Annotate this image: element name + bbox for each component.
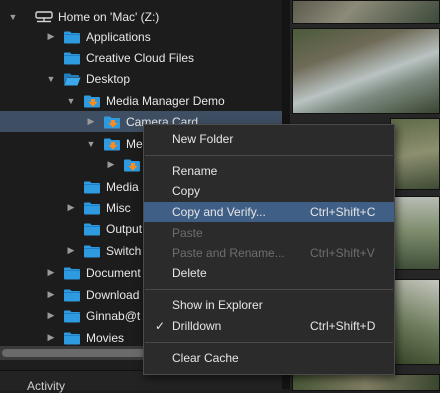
tree-item-desktop[interactable]: ▼ Desktop	[0, 68, 282, 89]
thumbnail-image[interactable]	[292, 374, 440, 391]
checkmark-icon: ✓	[155, 319, 166, 333]
menu-item-label: Delete	[172, 266, 207, 280]
folder-open-icon	[63, 72, 81, 86]
menu-item-paste-and-rename[interactable]: Paste and Rename... Ctrl+Shift+V	[144, 243, 394, 263]
menu-item-label: Show in Explorer	[172, 298, 263, 312]
tree-item-label: Movies	[86, 330, 125, 345]
folder-icon	[83, 244, 101, 258]
menu-separator	[145, 155, 393, 156]
menu-item-copy-and-verify[interactable]: Copy and Verify... Ctrl+Shift+C	[144, 202, 394, 222]
folder-icon	[63, 331, 81, 345]
chevron-right-icon[interactable]: ▶	[46, 267, 56, 278]
folder-badge-icon	[103, 137, 121, 151]
menu-item-copy[interactable]: Copy	[144, 181, 394, 201]
folder-icon	[83, 222, 101, 236]
chevron-right-icon[interactable]: ▶	[46, 310, 56, 321]
activity-title: Activity	[27, 379, 66, 393]
chevron-right-icon[interactable]: ▶	[66, 245, 76, 256]
menu-item-shortcut: Ctrl+Shift+V	[310, 246, 375, 260]
thumbnail-image[interactable]	[292, 28, 440, 114]
folder-icon	[63, 266, 81, 280]
tree-item-label: Creative Cloud Files	[86, 50, 195, 65]
chevron-right-icon[interactable]: ▶	[46, 332, 56, 343]
tree-item-home[interactable]: ▼ Home on 'Mac' (Z:)	[0, 6, 282, 27]
chevron-down-icon[interactable]: ▼	[86, 139, 96, 149]
menu-item-show-in-explorer[interactable]: Show in Explorer	[144, 295, 394, 315]
scrollbar-thumb[interactable]	[2, 349, 152, 357]
tree-item-label: Switch	[106, 243, 142, 258]
menu-separator	[145, 342, 393, 343]
menu-item-clear-cache[interactable]: Clear Cache	[144, 348, 394, 368]
tree-item-label: Download	[86, 287, 140, 302]
tree-item-label: Misc	[106, 200, 131, 215]
tree-item-label: Ginnab@t	[86, 308, 141, 323]
tree-item-applications[interactable]: ▶ Applications	[0, 26, 282, 47]
tree-item-label: Media Manager Demo	[106, 93, 225, 108]
folder-icon	[83, 180, 101, 194]
tree-item-label: Home on 'Mac' (Z:)	[58, 9, 160, 24]
menu-item-label: Clear Cache	[172, 351, 239, 365]
folder-badge-icon	[123, 158, 141, 172]
menu-item-label: Copy and Verify...	[172, 205, 266, 219]
folder-icon	[83, 201, 101, 215]
menu-item-new-folder[interactable]: New Folder	[144, 129, 394, 149]
tree-item-label: Document	[86, 265, 141, 280]
menu-item-label: Paste and Rename...	[172, 246, 285, 260]
tree-item-label: Applications	[86, 29, 151, 44]
menu-item-paste[interactable]: Paste	[144, 223, 394, 243]
menu-item-rename[interactable]: Rename	[144, 161, 394, 181]
chevron-right-icon[interactable]: ▶	[46, 31, 56, 42]
folder-badge-icon	[83, 94, 101, 108]
folder-icon	[63, 288, 81, 302]
menu-item-label: Rename	[172, 164, 218, 178]
thumbnail-image[interactable]	[390, 118, 440, 190]
chevron-down-icon[interactable]: ▼	[8, 12, 18, 22]
menu-item-label: New Folder	[172, 132, 234, 146]
thumbnail-image[interactable]	[390, 279, 440, 365]
menu-item-label: Paste	[172, 226, 203, 240]
tree-item-media-manager-demo[interactable]: ▼ Media Manager Demo	[0, 90, 282, 111]
chevron-right-icon[interactable]: ▶	[106, 159, 116, 170]
thumbnail-image[interactable]	[390, 196, 440, 270]
chevron-right-icon[interactable]: ▶	[66, 202, 76, 213]
folder-icon	[63, 30, 81, 44]
tree-item-label: Output	[106, 221, 143, 236]
thumbnail-image[interactable]	[292, 0, 440, 24]
context-menu: New Folder Rename Copy Copy and Verify..…	[143, 124, 395, 375]
network-drive-icon	[35, 10, 53, 22]
menu-item-shortcut: Ctrl+Shift+C	[310, 205, 376, 219]
chevron-right-icon[interactable]: ▶	[46, 289, 56, 300]
chevron-down-icon[interactable]: ▼	[66, 96, 76, 106]
folder-badge-icon	[103, 115, 121, 129]
folder-icon	[63, 309, 81, 323]
chevron-right-icon[interactable]: ▶	[86, 116, 96, 127]
tree-item-creative-cloud-files[interactable]: Creative Cloud Files	[0, 47, 282, 68]
folder-icon	[63, 51, 81, 65]
chevron-down-icon[interactable]: ▼	[46, 74, 56, 84]
menu-item-drilldown[interactable]: ✓ Drilldown Ctrl+Shift+D	[144, 316, 394, 336]
menu-separator	[145, 289, 393, 290]
tree-item-label: Me	[126, 136, 143, 151]
tree-item-label: Desktop	[86, 71, 131, 86]
menu-item-delete[interactable]: Delete	[144, 263, 394, 283]
menu-item-label: Drilldown	[172, 319, 222, 333]
menu-item-shortcut: Ctrl+Shift+D	[310, 319, 376, 333]
tree-item-label: Media	[106, 179, 139, 194]
menu-item-label: Copy	[172, 184, 201, 198]
